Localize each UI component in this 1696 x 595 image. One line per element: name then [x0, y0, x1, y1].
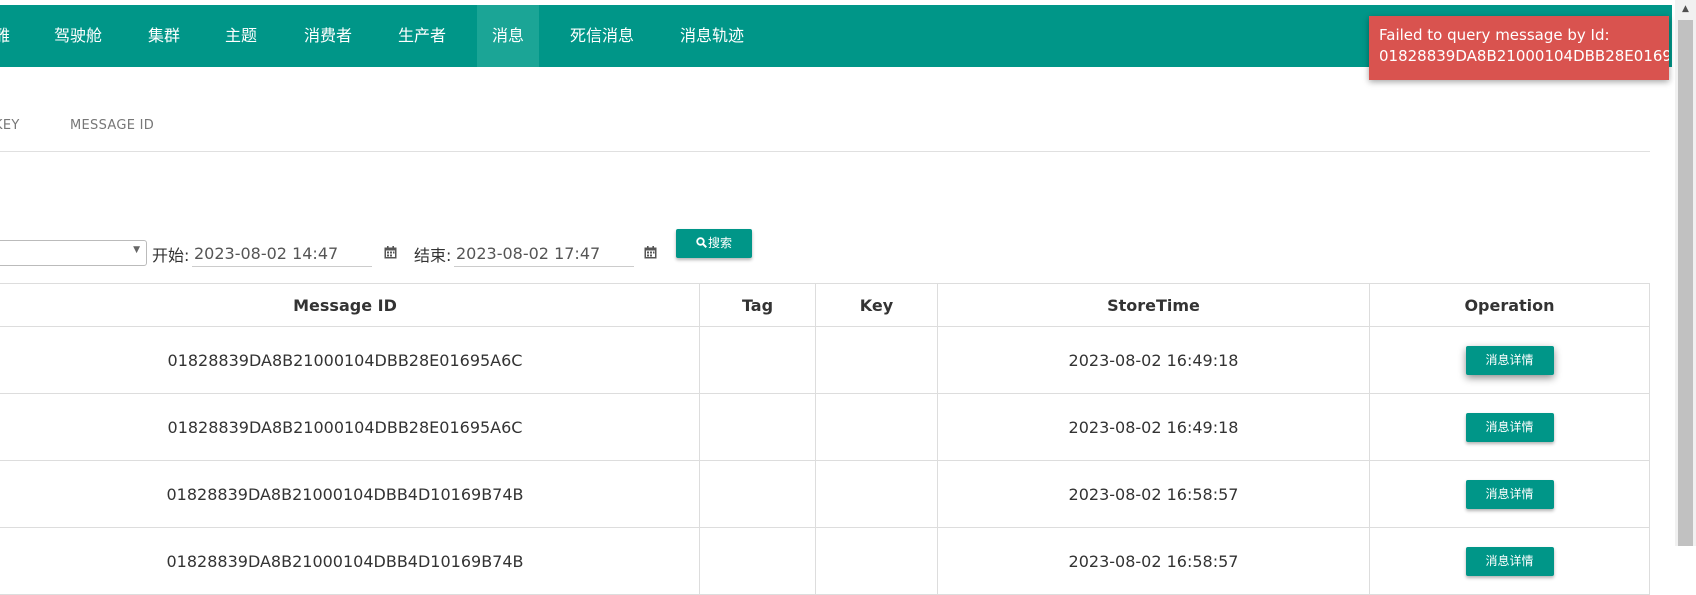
calendar-icon[interactable]	[644, 246, 657, 259]
topic-select[interactable]: ▼	[0, 240, 147, 266]
column-header-message-id: Message ID	[0, 283, 700, 327]
cell-operation: 消息详情	[1369, 527, 1650, 595]
cell-store-time: 2023-08-02 16:49:18	[937, 326, 1370, 394]
cell-tag	[699, 326, 816, 394]
table-header-row: Message ID Tag Key StoreTime Operation	[0, 283, 1650, 327]
chevron-down-icon: ▼	[133, 245, 140, 255]
cell-tag	[699, 460, 816, 528]
scrollbar-thumb[interactable]	[1678, 20, 1693, 546]
cell-message-id: 01828839DA8B21000104DBB4D10169B74B	[0, 527, 700, 595]
table-row: 01828839DA8B21000104DBB4D10169B74B 2023-…	[0, 460, 1650, 528]
cell-store-time: 2023-08-02 16:49:18	[937, 393, 1370, 461]
cell-tag	[699, 527, 816, 595]
calendar-icon[interactable]	[384, 246, 397, 259]
nav-item-cluster[interactable]: 集群	[148, 5, 180, 67]
cell-key	[815, 326, 938, 394]
table-row: 01828839DA8B21000104DBB28E01695A6C 2023-…	[0, 393, 1650, 461]
message-detail-button[interactable]: 消息详情	[1465, 479, 1554, 509]
start-label: 开始:	[152, 246, 190, 265]
search-button-label: 搜索	[707, 236, 732, 250]
cell-message-id: 01828839DA8B21000104DBB4D10169B74B	[0, 460, 700, 528]
scroll-up-arrow-icon[interactable]: ▲	[1675, 0, 1696, 18]
cell-key	[815, 393, 938, 461]
nav-item-topic[interactable]: 主题	[225, 5, 257, 67]
cell-message-id: 01828839DA8B21000104DBB28E01695A6C	[0, 393, 700, 461]
cell-operation: 消息详情	[1369, 393, 1650, 461]
search-button[interactable]: 搜索	[676, 229, 752, 258]
cell-key	[815, 460, 938, 528]
start-time-input[interactable]	[192, 240, 372, 267]
toast-title: Failed to query message by Id:	[1379, 26, 1610, 44]
tabs-divider	[0, 151, 1650, 152]
nav-item-producer[interactable]: 生产者	[398, 5, 446, 67]
tab-message-key[interactable]: KEY	[0, 118, 20, 133]
message-detail-button[interactable]: 消息详情	[1465, 546, 1554, 576]
column-header-store-time: StoreTime	[937, 283, 1370, 327]
cell-store-time: 2023-08-02 16:58:57	[937, 460, 1370, 528]
column-header-tag: Tag	[699, 283, 816, 327]
search-icon	[696, 237, 707, 249]
cell-store-time: 2023-08-02 16:58:57	[937, 527, 1370, 595]
end-label: 结束:	[414, 246, 452, 265]
message-detail-button[interactable]: 消息详情	[1465, 345, 1554, 375]
message-detail-button[interactable]: 消息详情	[1465, 412, 1554, 442]
table-row: 01828839DA8B21000104DBB4D10169B74B 2023-…	[0, 527, 1650, 595]
cell-message-id: 01828839DA8B21000104DBB28E01695A6C	[0, 326, 700, 394]
column-header-operation: Operation	[1369, 283, 1650, 327]
nav-item-message[interactable]: 消息	[477, 5, 539, 67]
end-time-input[interactable]	[454, 240, 634, 267]
cell-operation: 消息详情	[1369, 460, 1650, 528]
message-table: Message ID Tag Key StoreTime Operation 0…	[0, 283, 1650, 595]
toast-message-id: 01828839DA8B21000104DBB28E01695A6C	[1379, 47, 1669, 65]
error-toast[interactable]: Failed to query message by Id: 01828839D…	[1369, 16, 1669, 80]
cell-key	[815, 527, 938, 595]
nav-item-consumer[interactable]: 消费者	[304, 5, 352, 67]
cell-operation: 消息详情	[1369, 326, 1650, 394]
nav-item-dashboard[interactable]: 驾驶舱	[54, 5, 102, 67]
tab-message-id[interactable]: MESSAGE ID	[70, 118, 154, 133]
nav-item-partial[interactable]: 雅	[0, 5, 10, 67]
column-header-key: Key	[815, 283, 938, 327]
table-row: 01828839DA8B21000104DBB28E01695A6C 2023-…	[0, 326, 1650, 394]
nav-item-dlq-message[interactable]: 死信消息	[570, 5, 634, 67]
cell-tag	[699, 393, 816, 461]
nav-item-message-trace[interactable]: 消息轨迹	[680, 5, 744, 67]
